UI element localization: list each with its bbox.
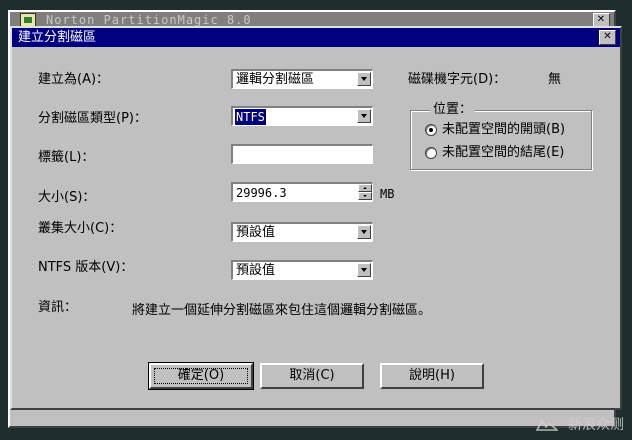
spin-down-icon[interactable] <box>358 192 372 200</box>
partition-type-value: NTFS <box>235 109 266 125</box>
radio-start-label[interactable]: 未配置空間的開頭(B) <box>442 122 565 138</box>
ntfs-version-label: NTFS 版本(V)： <box>38 260 134 275</box>
dialog-close-icon[interactable]: ✕ <box>599 30 616 45</box>
cluster-size-label: 叢集大小(C)： <box>38 221 123 236</box>
create-as-label: 建立為(A)： <box>38 72 110 87</box>
size-value: 29996.3 <box>236 186 287 200</box>
position-group-title: 位置： <box>430 102 476 118</box>
radio-start-of-unallocated[interactable] <box>425 124 437 136</box>
info-text: 將建立一個延伸分割磁區來包住這個邏輯分割磁區。 <box>132 303 432 318</box>
size-spinbox[interactable]: 29996.3 <box>231 182 373 202</box>
create-partition-dialog: 建立分割磁區 ✕ 建立為(A)： 邏輯分割磁區 磁碟機字元(D)： 無 分割磁區… <box>10 26 622 410</box>
size-unit: MB <box>380 187 395 201</box>
chevron-down-icon[interactable] <box>357 225 371 239</box>
dialog-title: 建立分割磁區 <box>18 30 97 45</box>
cancel-button-label: 取消(C) <box>289 368 335 383</box>
radio-end-of-unallocated[interactable] <box>425 147 437 159</box>
radio-end-label[interactable]: 未配置空間的結尾(E) <box>442 145 564 161</box>
ntfs-version-value: 預設值 <box>236 263 276 278</box>
help-button-label: 說明(H) <box>409 368 455 383</box>
partition-type-dropdown[interactable]: NTFS <box>231 106 373 126</box>
watermark-text: 新浪众测 <box>568 417 624 433</box>
partition-type-label: 分割磁區類型(P)： <box>38 111 147 126</box>
size-label: 大小(S)： <box>38 190 96 205</box>
parent-window-title: Norton PartitionMagic 8.0 <box>46 13 252 27</box>
chevron-down-icon[interactable] <box>357 263 371 277</box>
ok-button[interactable]: 確定(O) <box>148 362 254 390</box>
position-groupbox <box>410 110 592 170</box>
focus-ring <box>154 368 248 384</box>
cancel-button[interactable]: 取消(C) <box>260 363 364 389</box>
help-button[interactable]: 說明(H) <box>380 363 484 389</box>
app-icon <box>20 13 36 27</box>
chevron-down-icon[interactable] <box>357 109 371 123</box>
chevron-down-icon[interactable] <box>357 72 371 86</box>
info-label: 資訊： <box>38 300 78 315</box>
cluster-size-dropdown[interactable]: 預設值 <box>231 222 373 242</box>
dialog-titlebar: 建立分割磁區 ✕ <box>12 28 620 47</box>
volume-label-input[interactable] <box>231 144 373 164</box>
volume-label-label: 標籤(L)： <box>38 150 95 165</box>
watermark-logo-icon <box>535 419 558 431</box>
create-as-value: 邏輯分割磁區 <box>236 72 315 87</box>
drive-letter-value[interactable]: 無 <box>548 72 561 88</box>
create-as-dropdown[interactable]: 邏輯分割磁區 <box>231 69 373 89</box>
watermark: 新浪众测 <box>535 414 624 434</box>
cluster-size-value: 預設值 <box>236 225 276 240</box>
drive-letter-label: 磁碟機字元(D)： <box>408 72 507 87</box>
spin-up-icon[interactable] <box>358 184 372 192</box>
ntfs-version-dropdown[interactable]: 預設值 <box>231 260 373 280</box>
